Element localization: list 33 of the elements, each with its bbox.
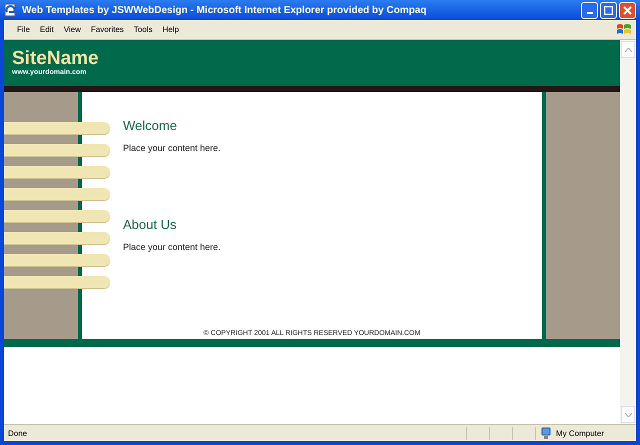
- maximize-icon: [604, 6, 613, 14]
- menu-item[interactable]: Help: [157, 25, 184, 34]
- maximize-button[interactable]: [600, 2, 617, 18]
- section-text: Place your content here.: [123, 143, 222, 153]
- computer-icon: [540, 426, 552, 440]
- close-icon: [623, 6, 632, 14]
- nav-button[interactable]: [4, 166, 110, 178]
- nav-button[interactable]: [4, 144, 110, 156]
- menu-item[interactable]: File: [12, 25, 35, 34]
- nav-button[interactable]: [4, 188, 110, 200]
- menu-item[interactable]: Favorites: [86, 25, 129, 34]
- site-name: SiteName: [12, 49, 100, 68]
- scroll-down-button[interactable]: [621, 406, 635, 423]
- menu-item[interactable]: Tools: [128, 25, 158, 34]
- section-text: Place your content here.: [123, 242, 222, 252]
- menu-item[interactable]: Edit: [34, 25, 59, 34]
- window-title: Web Templates by JSWWebDesign - Microsoft Internet Explorer provided by Compaq: [22, 4, 428, 16]
- nav-button[interactable]: [4, 122, 110, 134]
- section-heading: Welcome: [123, 118, 178, 133]
- section-heading: About Us: [123, 217, 178, 232]
- nav-button[interactable]: [4, 254, 110, 266]
- menu-item[interactable]: View: [58, 25, 86, 34]
- nav-button[interactable]: [4, 276, 110, 288]
- browser-icon: [4, 3, 18, 17]
- zone-text: My Computer: [556, 428, 604, 438]
- close-button[interactable]: [619, 2, 636, 18]
- windows-logo-icon: [616, 22, 632, 36]
- scroll-up-button[interactable]: [621, 41, 635, 58]
- nav-button[interactable]: [4, 210, 110, 222]
- nav-button[interactable]: [4, 232, 110, 244]
- status-text: Done: [7, 428, 28, 438]
- minimize-icon: [586, 12, 592, 14]
- minimize-button[interactable]: [581, 2, 598, 18]
